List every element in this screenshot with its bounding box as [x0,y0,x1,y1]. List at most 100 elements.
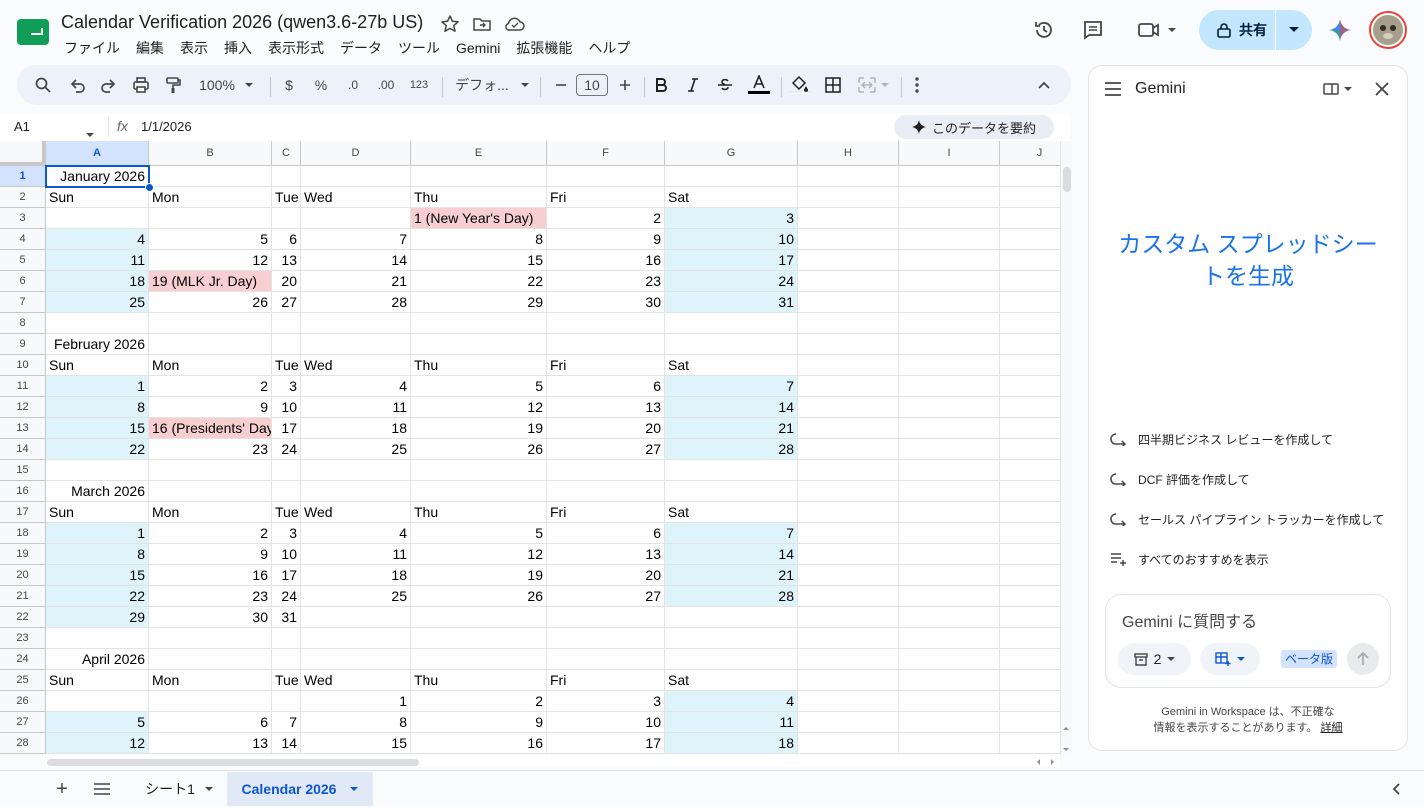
search-menus-button[interactable] [31,73,55,97]
table-cell[interactable] [1000,250,1060,271]
table-cell[interactable] [301,649,411,670]
table-cell[interactable] [149,166,272,187]
spreadsheet-grid[interactable]: A B C D E F G H I J 1 January 2026 2 Sun Mon Tue Wed Thu F… [0,141,1060,755]
table-cell[interactable]: Fri [547,355,665,376]
table-cell[interactable] [149,481,272,502]
table-cell[interactable]: 20 [272,271,301,292]
table-cell[interactable] [1000,376,1060,397]
table-cell[interactable] [411,334,547,355]
table-cell[interactable]: 19 (MLK Jr. Day) [149,271,272,292]
column-header[interactable]: C [272,141,301,166]
table-cell[interactable] [1000,628,1060,649]
table-cell[interactable]: 11 [301,544,411,565]
all-sheets-button[interactable] [92,772,112,806]
table-cell[interactable] [899,229,1000,250]
star-icon[interactable] [440,14,460,34]
table-cell[interactable]: 22 [411,271,547,292]
row-header[interactable]: 8 [0,313,46,334]
table-cell[interactable] [272,649,301,670]
menu-extensions[interactable]: 拡張機能 [508,38,580,58]
menu-help[interactable]: ヘルプ [580,38,638,58]
table-cell[interactable]: 21 [665,565,798,586]
table-cell[interactable]: 31 [665,292,798,313]
table-cell[interactable]: Wed [301,187,411,208]
learn-more-link[interactable]: 詳細 [1320,722,1342,734]
column-header[interactable]: G [665,141,798,166]
table-cell[interactable] [411,313,547,334]
row-header[interactable]: 7 [0,292,46,313]
table-cell[interactable]: 16 [149,565,272,586]
table-cell[interactable] [272,208,301,229]
table-cell[interactable]: Thu [411,502,547,523]
sources-chip[interactable]: 2 [1118,643,1191,675]
table-cell[interactable]: 13 [149,733,272,754]
increase-decimal-button[interactable]: .00 [374,73,398,97]
table-cell[interactable] [1000,313,1060,334]
column-header[interactable]: J [1000,141,1060,166]
table-cell[interactable]: Tue [272,502,301,523]
table-cell[interactable] [1000,565,1060,586]
row-header[interactable]: 6 [0,271,46,292]
table-cell[interactable]: 30 [149,607,272,628]
table-cell[interactable]: 28 [301,292,411,313]
table-cell[interactable]: Tue [272,670,301,691]
row-header[interactable]: 18 [0,523,46,544]
gemini-menu-button[interactable] [1104,82,1122,101]
table-cell[interactable] [411,649,547,670]
column-header[interactable]: F [547,141,665,166]
table-cell[interactable] [665,481,798,502]
table-cell[interactable] [1000,523,1060,544]
table-cell[interactable] [798,250,899,271]
table-cell[interactable] [899,166,1000,187]
table-cell[interactable]: 7 [301,229,411,250]
menu-tools[interactable]: ツール [390,38,448,58]
row-header[interactable]: 12 [0,397,46,418]
table-cell[interactable]: Thu [411,670,547,691]
send-button[interactable] [1347,643,1379,675]
table-cell[interactable] [149,208,272,229]
table-cell[interactable]: 25 [301,586,411,607]
table-cell[interactable]: 18 [665,733,798,754]
table-cell[interactable] [1000,481,1060,502]
table-cell[interactable] [798,229,899,250]
table-cell[interactable]: 22 [46,439,149,460]
table-cell[interactable] [301,313,411,334]
table-cell[interactable]: Sun [46,355,149,376]
table-cell[interactable]: Mon [149,502,272,523]
table-cell[interactable]: 26 [149,292,272,313]
menu-edit[interactable]: 編集 [128,38,172,58]
table-cell[interactable] [798,292,899,313]
table-cell[interactable]: 27 [547,586,665,607]
table-cell[interactable] [272,691,301,712]
column-header[interactable]: E [411,141,547,166]
table-cell[interactable]: Sat [665,502,798,523]
table-cell[interactable] [46,460,149,481]
table-cell[interactable]: 16 [547,250,665,271]
table-cell[interactable]: Sat [665,187,798,208]
table-cell[interactable] [149,649,272,670]
table-cell[interactable]: 24 [272,439,301,460]
vertical-scrollbar[interactable] [1060,141,1072,755]
table-cell[interactable] [272,460,301,481]
table-cell[interactable] [798,502,899,523]
comments-button[interactable] [1077,14,1109,46]
table-cell[interactable] [1000,187,1060,208]
table-cell[interactable] [1000,502,1060,523]
table-cell[interactable]: Tue [272,187,301,208]
table-cell[interactable]: Wed [301,355,411,376]
table-cell[interactable] [899,691,1000,712]
percent-format-button[interactable]: % [311,73,331,97]
more-options-button[interactable] [907,73,927,97]
suggestion-sales-pipeline[interactable]: セールス パイプライン トラッカーを作成して [1110,509,1384,529]
table-cell[interactable] [899,271,1000,292]
close-panel-button[interactable] [1375,82,1389,101]
table-cell[interactable] [547,649,665,670]
sheets-logo-icon[interactable] [17,19,49,45]
table-cell[interactable] [899,586,1000,607]
table-cell[interactable] [46,691,149,712]
table-cell[interactable] [899,334,1000,355]
table-cell[interactable]: 12 [46,733,149,754]
table-cell[interactable]: 16 [411,733,547,754]
table-cell[interactable]: 1 [301,691,411,712]
merge-cells-button[interactable] [853,73,893,97]
